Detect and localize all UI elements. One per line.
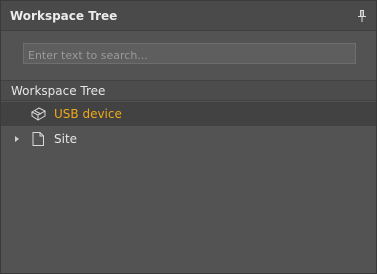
document-icon bbox=[32, 132, 44, 146]
search-box bbox=[23, 43, 356, 65]
tree-header: Workspace Tree bbox=[1, 80, 376, 101]
usb-device-icon bbox=[30, 107, 46, 121]
panel-title: Workspace Tree bbox=[10, 9, 118, 23]
workspace-tree-panel: Workspace Tree Workspace Tree USB device bbox=[0, 0, 377, 274]
tree-item-usb-device[interactable]: USB device bbox=[1, 102, 376, 126]
panel-title-bar: Workspace Tree bbox=[1, 1, 376, 31]
tree-item-site[interactable]: Site bbox=[1, 127, 376, 151]
expand-arrow-icon[interactable] bbox=[14, 135, 20, 143]
tree-item-label: Site bbox=[54, 132, 78, 146]
tree-item-label: USB device bbox=[54, 107, 122, 121]
tree-header-label: Workspace Tree bbox=[11, 84, 106, 98]
pin-icon[interactable] bbox=[357, 10, 367, 22]
search-input[interactable] bbox=[24, 46, 355, 65]
